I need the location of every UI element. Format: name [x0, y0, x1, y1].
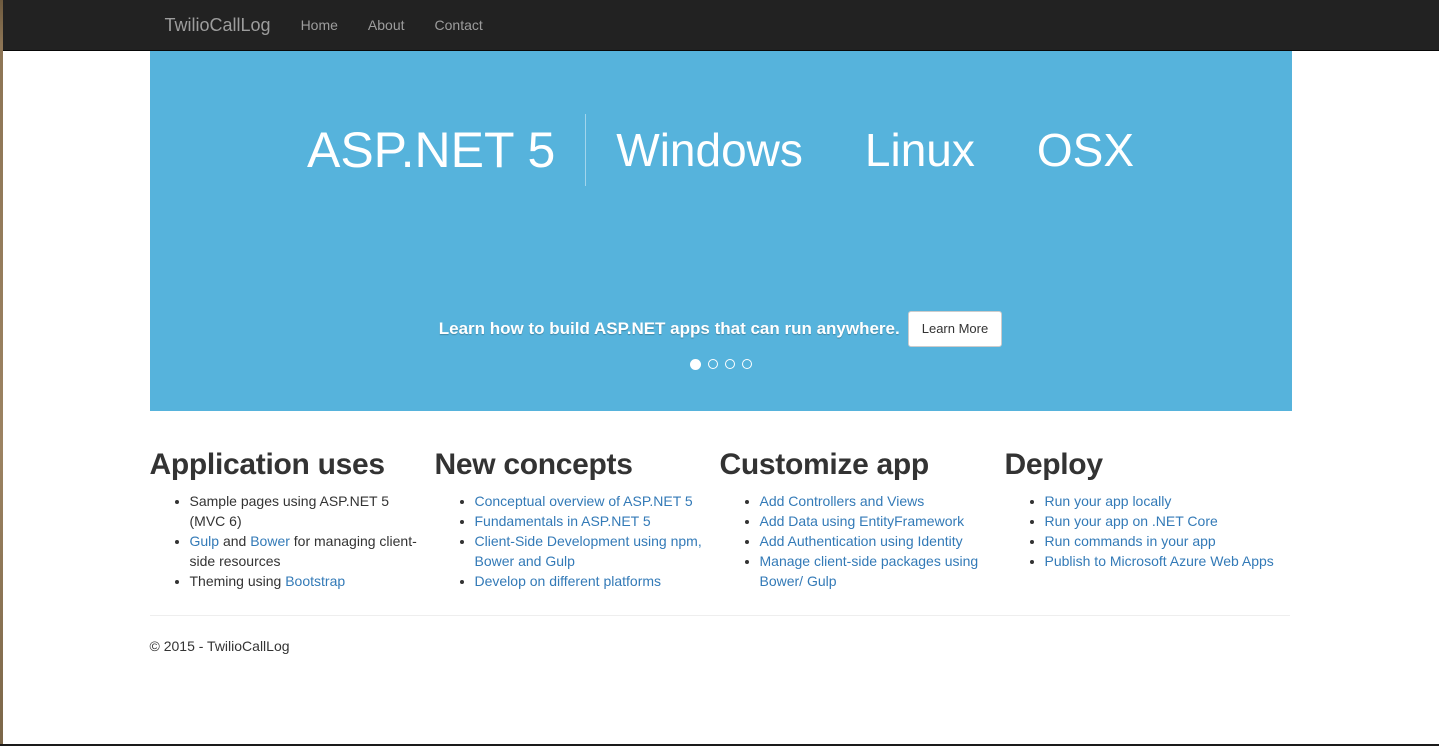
carousel-banner: ASP.NET 5 Windows Linux OSX: [150, 114, 1292, 186]
carousel-caption-text: Learn how to build ASP.NET apps that can…: [438, 319, 900, 339]
feature-column-new-concepts: New concepts Conceptual overview of ASP.…: [435, 428, 720, 591]
footer-copyright: © 2015 - TwilioCallLog: [149, 638, 290, 654]
banner-title: ASP.NET 5: [306, 122, 556, 178]
feature-columns: Application uses Sample pages using ASP.…: [150, 411, 1290, 591]
feature-title: Application uses: [149, 448, 386, 481]
list-item: Publish to Microsoft Azure Web Apps: [1045, 551, 1275, 571]
nav-item-contact[interactable]: Contact: [420, 0, 498, 50]
page-footer: © 2015 - TwilioCallLog: [149, 615, 1290, 656]
footer-divider: [149, 615, 1290, 616]
navbar-links: Home About Contact: [286, 0, 498, 50]
nav-link-home[interactable]: Home: [286, 0, 353, 50]
list-item: Gulp and Bower for managing client-side …: [190, 531, 420, 571]
feature-list: Conceptual overview of ASP.NET 5 Fundame…: [435, 491, 705, 591]
item-link[interactable]: Run commands in your app: [1045, 533, 1216, 549]
list-item: Add Data using EntityFramework: [760, 511, 990, 531]
item-link[interactable]: Develop on different platforms: [475, 573, 662, 589]
carousel-indicator-2[interactable]: [707, 359, 718, 369]
navbar-brand[interactable]: TwilioCallLog: [150, 0, 286, 50]
platform-osx: OSX: [1036, 124, 1135, 176]
list-item: Theming using Bootstrap: [190, 571, 420, 591]
feature-column-application-uses: Application uses Sample pages using ASP.…: [150, 428, 435, 591]
item-link[interactable]: Run your app on .NET Core: [1045, 513, 1218, 529]
main-navbar: TwilioCallLog Home About Contact: [0, 0, 1439, 51]
item-link[interactable]: Fundamentals in ASP.NET 5: [475, 513, 651, 529]
item-link[interactable]: Add Data using EntityFramework: [760, 513, 965, 529]
carousel-indicator-1[interactable]: [689, 359, 701, 370]
list-item: Run your app on .NET Core: [1045, 511, 1275, 531]
list-item: Sample pages using ASP.NET 5 (MVC 6): [190, 491, 420, 531]
list-item: Add Authentication using Identity: [760, 531, 990, 551]
item-link-bootstrap[interactable]: Bootstrap: [285, 573, 345, 589]
feature-title: Customize app: [719, 448, 930, 481]
window-frame-left-edge: [0, 0, 3, 746]
list-item: Conceptual overview of ASP.NET 5: [475, 491, 705, 511]
item-link[interactable]: Manage client-side packages using Bower/…: [760, 553, 979, 589]
platform-linux: Linux: [864, 124, 975, 176]
nav-item-about[interactable]: About: [353, 0, 420, 50]
list-item: Client-Side Development using npm, Bower…: [475, 531, 705, 571]
item-text: Sample pages using ASP.NET 5 (MVC 6): [189, 493, 390, 529]
nav-link-about[interactable]: About: [353, 0, 420, 50]
item-link[interactable]: Add Authentication using Identity: [760, 533, 963, 549]
list-item: Manage client-side packages using Bower/…: [760, 551, 990, 591]
list-item: Fundamentals in ASP.NET 5: [475, 511, 705, 531]
hero-carousel[interactable]: ASP.NET 5 Windows Linux OSX Learn how to…: [149, 51, 1292, 411]
feature-list: Run your app locally Run your app on .NE…: [1005, 491, 1275, 571]
page-container: ASP.NET 5 Windows Linux OSX Learn how to…: [149, 51, 1292, 656]
navbar-inner: TwilioCallLog Home About Contact: [150, 0, 1290, 50]
item-text: Theming using: [189, 573, 286, 589]
feature-list: Add Controllers and Views Add Data using…: [720, 491, 990, 591]
feature-list: Sample pages using ASP.NET 5 (MVC 6) Gul…: [150, 491, 420, 591]
item-link[interactable]: Publish to Microsoft Azure Web Apps: [1045, 553, 1274, 569]
feature-title: Deploy: [1004, 448, 1104, 481]
carousel-indicator-3[interactable]: [724, 359, 735, 369]
item-link-bower[interactable]: Bower: [250, 533, 290, 549]
feature-column-deploy: Deploy Run your app locally Run your app…: [1005, 428, 1290, 591]
list-item: Add Controllers and Views: [760, 491, 990, 511]
item-link[interactable]: Client-Side Development using npm, Bower…: [475, 533, 702, 569]
item-link[interactable]: Conceptual overview of ASP.NET 5: [475, 493, 693, 509]
learn-more-button[interactable]: Learn More: [907, 311, 1003, 348]
item-link[interactable]: Add Controllers and Views: [760, 493, 925, 509]
carousel-caption: Learn how to build ASP.NET apps that can…: [150, 311, 1292, 348]
feature-column-customize-app: Customize app Add Controllers and Views …: [720, 428, 1005, 591]
carousel-indicator-4[interactable]: [741, 359, 752, 369]
list-item: Run commands in your app: [1045, 531, 1275, 551]
item-text: and: [219, 533, 251, 549]
banner-platform-list: Windows Linux OSX: [616, 127, 1134, 173]
item-link[interactable]: Run your app locally: [1045, 493, 1172, 509]
feature-title: New concepts: [434, 448, 633, 481]
item-link-gulp[interactable]: Gulp: [190, 533, 220, 549]
nav-item-home[interactable]: Home: [286, 0, 353, 50]
platform-windows: Windows: [616, 124, 803, 176]
list-item: Develop on different platforms: [475, 571, 705, 591]
banner-divider: [585, 114, 587, 186]
list-item: Run your app locally: [1045, 491, 1275, 511]
nav-link-contact[interactable]: Contact: [420, 0, 498, 50]
carousel-indicators: [150, 359, 1292, 370]
